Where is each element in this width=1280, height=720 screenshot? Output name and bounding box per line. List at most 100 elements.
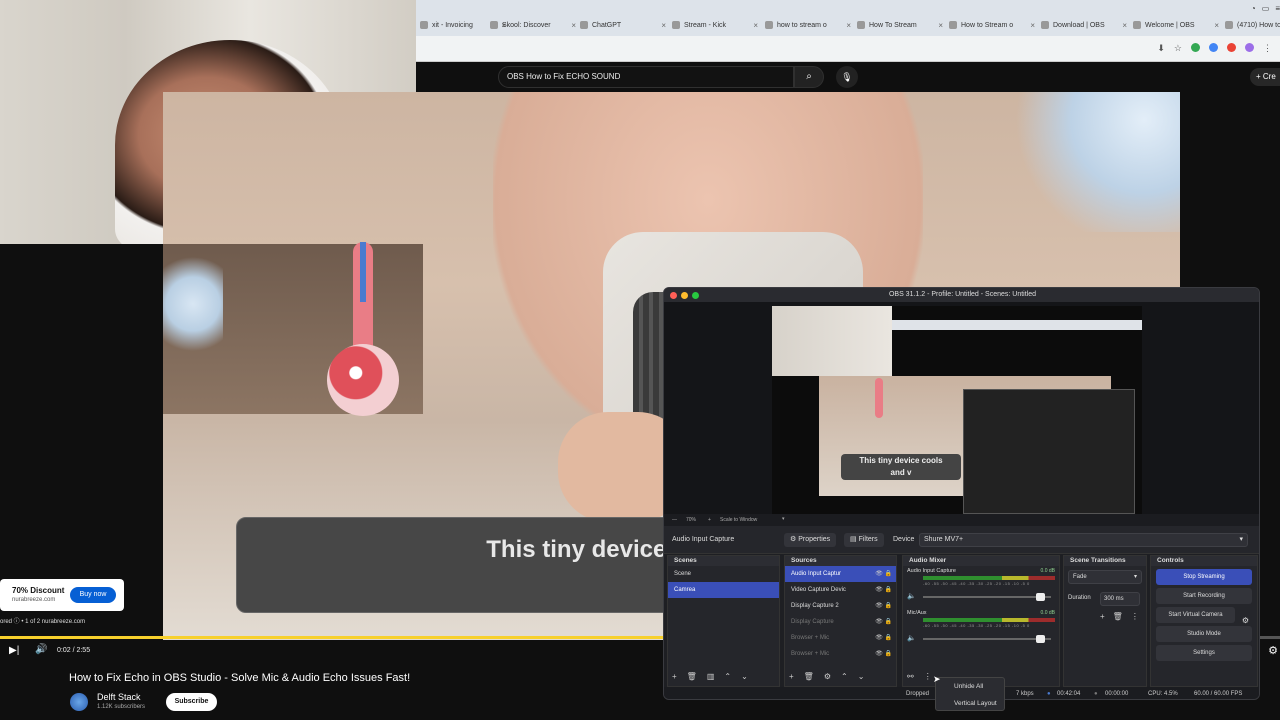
browser-tab[interactable]: Download | OBS × bbox=[1041, 17, 1127, 33]
settings-button[interactable]: Settings bbox=[1156, 645, 1252, 661]
bookmark-star-icon[interactable]: ☆ bbox=[1174, 43, 1182, 54]
scenes-toolbar: + 🗑 ▥ ⌃ ⌄ bbox=[672, 672, 748, 686]
source-item[interactable]: Display Capture 👁 🔒 bbox=[785, 614, 896, 630]
next-icon[interactable]: ▶| bbox=[9, 645, 19, 656]
start-virtual-camera-button[interactable]: Start Virtual Camera bbox=[1156, 607, 1235, 623]
battery-icon[interactable]: ▭ bbox=[1262, 4, 1270, 13]
scene-item[interactable]: Scene bbox=[668, 566, 779, 582]
speaker-icon[interactable]: 🔈 bbox=[907, 634, 916, 642]
browser-tab[interactable]: (4710) How to× bbox=[1225, 17, 1280, 33]
minimize-icon[interactable] bbox=[681, 292, 688, 299]
close-tab-icon[interactable]: × bbox=[846, 21, 851, 30]
extension-icon[interactable] bbox=[1209, 43, 1218, 52]
source-item[interactable]: Audio Input Captur 👁 🔒 bbox=[785, 566, 896, 582]
duration-input[interactable]: 300 ms bbox=[1100, 592, 1140, 606]
search-button[interactable]: ⌕ bbox=[794, 66, 824, 88]
obs-window: OBS 31.1.2 - Profile: Untitled - Scenes:… bbox=[663, 287, 1260, 700]
source-item[interactable]: Browser + Mic 👁 🔒 bbox=[785, 630, 896, 646]
source-item[interactable]: Display Capture 2 👁 🔒 bbox=[785, 598, 896, 614]
add-icon[interactable]: + bbox=[1100, 612, 1105, 621]
browser-tab[interactable]: how to stream o × bbox=[765, 17, 851, 33]
volume-icon[interactable]: 🔊 bbox=[35, 644, 47, 655]
trash-icon[interactable]: 🗑 bbox=[1113, 612, 1123, 621]
obs-preview[interactable]: This tiny device cools and v bbox=[772, 306, 1142, 514]
visibility-lock-icon[interactable]: 👁 🔒 bbox=[875, 630, 892, 646]
move-down-icon[interactable]: ⌄ bbox=[858, 672, 865, 686]
add-icon[interactable]: + bbox=[672, 672, 677, 686]
close-tab-icon[interactable]: × bbox=[1030, 21, 1035, 30]
close-tab-icon[interactable]: × bbox=[661, 21, 666, 30]
channel-avatar[interactable] bbox=[70, 693, 88, 711]
move-down-icon[interactable]: ⌄ bbox=[741, 672, 748, 686]
buy-now-button[interactable]: Buy now bbox=[70, 587, 116, 603]
chevron-down-icon[interactable]: ▾ bbox=[782, 516, 785, 522]
install-icon[interactable]: ⬇ bbox=[1157, 43, 1165, 54]
device-select[interactable]: Shure MV7+ ▾ bbox=[919, 533, 1248, 547]
visibility-lock-icon[interactable]: 👁 🔒 bbox=[875, 566, 892, 582]
menu-item-unhide-all[interactable]: Unhide All bbox=[936, 678, 1004, 695]
link-icon[interactable]: ⚯ bbox=[907, 672, 914, 686]
browser-tab[interactable]: ChatGPT × bbox=[580, 17, 666, 33]
volume-slider[interactable] bbox=[923, 635, 1051, 643]
channel-name[interactable]: Delft Stack bbox=[97, 692, 141, 702]
zoom-in-icon[interactable]: + bbox=[708, 517, 711, 523]
subscribe-button[interactable]: Subscribe bbox=[166, 693, 217, 711]
add-icon[interactable]: + bbox=[789, 672, 794, 686]
properties-button[interactable]: ⚙ Properties bbox=[784, 533, 837, 547]
close-tab-icon[interactable]: × bbox=[1214, 21, 1219, 30]
browser-tab[interactable]: Stream - Kick × bbox=[672, 17, 758, 33]
create-button[interactable]: + Cre bbox=[1250, 68, 1280, 86]
speaker-icon[interactable]: 🔈 bbox=[907, 592, 916, 600]
trash-icon[interactable]: 🗑 bbox=[804, 672, 814, 686]
browser-tab[interactable]: Welcome | OBS × bbox=[1133, 17, 1219, 33]
search-input[interactable]: OBS How to Fix ECHO SOUND bbox=[498, 66, 794, 88]
visibility-lock-icon[interactable]: 👁 🔒 bbox=[875, 646, 892, 662]
visibility-lock-icon[interactable]: 👁 🔒 bbox=[875, 614, 892, 630]
filter-icon[interactable]: ▥ bbox=[707, 672, 715, 686]
meter-scale: -60 -55 -50 -45 -40 -35 -30 -25 -20 -15 … bbox=[923, 581, 1030, 586]
start-recording-button[interactable]: Start Recording bbox=[1156, 588, 1252, 604]
gear-icon[interactable]: ⚙ bbox=[1242, 616, 1249, 625]
extension-icon[interactable] bbox=[1227, 43, 1236, 52]
control-center-icon[interactable]: ≡ bbox=[1275, 4, 1280, 13]
menu-kebab-icon[interactable]: ⋮ bbox=[1263, 43, 1272, 54]
visibility-lock-icon[interactable]: 👁 🔒 bbox=[875, 598, 892, 614]
move-up-icon[interactable]: ⌃ bbox=[724, 672, 731, 686]
ad-card[interactable]: 70% Discount nurabreeze.com Buy now bbox=[0, 579, 124, 611]
address-bar[interactable]: ⬇ ☆ ⋮ bbox=[416, 36, 1280, 62]
studio-mode-button[interactable]: Studio Mode bbox=[1156, 626, 1252, 642]
volume-knob[interactable] bbox=[1035, 593, 1045, 601]
close-tab-icon[interactable]: × bbox=[1122, 21, 1127, 30]
zoom-out-icon[interactable]: — bbox=[672, 517, 677, 523]
filters-button[interactable]: ▤ Filters bbox=[844, 533, 884, 547]
menu-kebab-icon[interactable]: ⋮ bbox=[1131, 612, 1139, 621]
scene-item[interactable]: Camrea bbox=[668, 582, 779, 598]
source-item[interactable]: Browser + Mic 👁 🔒 bbox=[785, 646, 896, 662]
volume-knob[interactable] bbox=[1035, 635, 1045, 643]
stop-streaming-button[interactable]: Stop Streaming bbox=[1156, 569, 1252, 585]
browser-tab[interactable]: How To Stream × bbox=[857, 17, 943, 33]
close-tab-icon[interactable]: × bbox=[753, 21, 758, 30]
close-tab-icon[interactable]: × bbox=[571, 21, 576, 30]
browser-tab[interactable]: Skool: Discover × bbox=[490, 17, 576, 33]
settings-icon[interactable]: ⚙ bbox=[1268, 644, 1278, 657]
scale-mode[interactable]: Scale to Window bbox=[720, 517, 757, 523]
move-up-icon[interactable]: ⌃ bbox=[841, 672, 848, 686]
menu-item-vertical-layout[interactable]: Vertical Layout bbox=[936, 695, 1004, 712]
volume-slider[interactable] bbox=[923, 593, 1051, 601]
favicon-icon bbox=[672, 21, 680, 29]
gear-icon[interactable]: ⚙ bbox=[824, 672, 831, 686]
wifi-icon[interactable]: ◔ bbox=[1251, 4, 1256, 13]
trash-icon[interactable]: 🗑 bbox=[687, 672, 697, 686]
transition-select[interactable]: Fade ▾ bbox=[1068, 570, 1142, 584]
browser-tab[interactable]: How to Stream o × bbox=[949, 17, 1035, 33]
extension-icon[interactable] bbox=[1191, 43, 1200, 52]
close-tab-icon[interactable]: × bbox=[938, 21, 943, 30]
visibility-lock-icon[interactable]: 👁 🔒 bbox=[875, 582, 892, 598]
menu-kebab-icon[interactable]: ⋮ bbox=[924, 672, 932, 686]
extension-icon[interactable] bbox=[1245, 43, 1254, 52]
voice-search-button[interactable]: 🎙 bbox=[836, 66, 858, 88]
close-icon[interactable] bbox=[670, 292, 677, 299]
source-item[interactable]: Video Capture Devic 👁 🔒 bbox=[785, 582, 896, 598]
maximize-icon[interactable] bbox=[692, 292, 699, 299]
